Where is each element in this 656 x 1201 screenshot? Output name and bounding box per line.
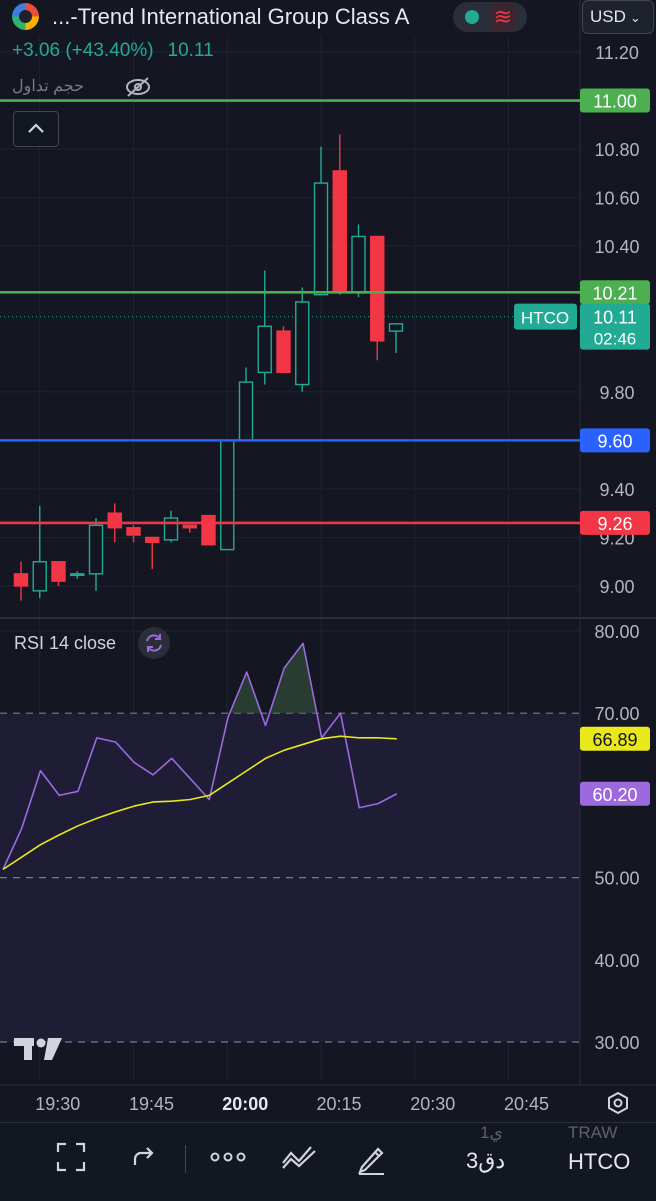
level-label-text: 9.60 bbox=[597, 431, 632, 451]
candle-body bbox=[201, 514, 216, 546]
chart-header: ...-Trend International Group Class A ≋ … bbox=[0, 0, 580, 100]
candle-body bbox=[388, 323, 404, 332]
level-label-text: 10.21 bbox=[592, 283, 637, 303]
candle-body bbox=[126, 527, 141, 536]
price-tick-label: 9.80 bbox=[599, 383, 634, 403]
delayed-data-icon: ≋ bbox=[489, 2, 517, 32]
market-open-icon bbox=[465, 10, 479, 24]
chevron-down-icon: ⌄ bbox=[629, 10, 641, 25]
rsi-value-label: 60.20 bbox=[592, 785, 637, 805]
price-tick-label: 10.40 bbox=[594, 237, 639, 257]
time-tick-label: 20:15 bbox=[316, 1094, 361, 1114]
time-tick-label: 20:30 bbox=[410, 1094, 455, 1114]
candle-body bbox=[163, 517, 179, 541]
candle-body bbox=[32, 561, 47, 592]
symbol-name[interactable]: ...-Trend International Group Class A bbox=[52, 4, 409, 30]
price-tick-label: 10.80 bbox=[594, 140, 639, 160]
candle-body bbox=[220, 439, 235, 551]
last-price: 10.11 bbox=[167, 40, 214, 61]
candle-body bbox=[276, 330, 291, 374]
collapse-legend-button[interactable] bbox=[13, 111, 59, 147]
symbol-logo-icon bbox=[12, 3, 39, 30]
level-label-text: 9.26 bbox=[597, 514, 632, 534]
candle-body bbox=[370, 235, 385, 342]
rsi-tick-label: 80.00 bbox=[594, 622, 639, 642]
candle[interactable] bbox=[201, 514, 216, 546]
redo-icon[interactable] bbox=[130, 1141, 158, 1173]
rsi-value-label: 66.89 bbox=[592, 730, 637, 750]
level-label-text: 11.00 bbox=[593, 92, 637, 112]
candle-body bbox=[313, 182, 329, 296]
price-tick-label: 10.60 bbox=[594, 189, 639, 209]
more-icon[interactable] bbox=[210, 1141, 246, 1173]
chart-canvas[interactable]: 11.2010.8010.6010.409.809.409.209.0011.0… bbox=[0, 0, 656, 1200]
fullscreen-icon[interactable] bbox=[55, 1141, 87, 1173]
drawing-pen-icon[interactable] bbox=[356, 1141, 386, 1175]
ghost-label-right: TRAW bbox=[568, 1123, 618, 1142]
rsi-title[interactable]: RSI 14 close bbox=[14, 633, 116, 654]
time-tick-label: 20:00 bbox=[222, 1094, 268, 1114]
candle-body bbox=[257, 325, 272, 374]
bottom-toolbar: 1ي TRAW 3دق HTCO bbox=[0, 1122, 656, 1201]
time-tick-label: 20:45 bbox=[504, 1094, 549, 1114]
currency-selector[interactable]: USD ⌄ bbox=[582, 0, 654, 34]
price-tick-label: 9.00 bbox=[599, 577, 634, 597]
symbol-tag-text: HTCO bbox=[521, 309, 569, 328]
price-tick-label: 11.20 bbox=[595, 43, 639, 63]
price-change: +3.06 (+43.40%) 10.11 bbox=[12, 40, 214, 62]
candle-body bbox=[70, 573, 85, 577]
rsi-tick-label: 30.00 bbox=[594, 1033, 639, 1053]
toolbar-divider bbox=[185, 1145, 186, 1173]
candle-body bbox=[51, 561, 66, 582]
candle-body bbox=[238, 381, 254, 442]
candle-body bbox=[351, 235, 366, 294]
tradingview-logo-icon bbox=[14, 1038, 62, 1060]
rsi-tick-label: 40.00 bbox=[594, 951, 639, 971]
ghost-label-left: 1ي bbox=[480, 1123, 503, 1142]
candle-body bbox=[332, 170, 347, 294]
rsi-tick-label: 70.00 bbox=[594, 704, 639, 724]
symbol-button[interactable]: HTCO bbox=[568, 1149, 630, 1175]
last-price-text: 10.11 bbox=[593, 308, 637, 328]
hide-eye-icon[interactable] bbox=[124, 76, 152, 98]
rsi-tick-label: 50.00 bbox=[594, 869, 639, 889]
candle[interactable] bbox=[276, 326, 291, 374]
indicators-icon[interactable] bbox=[281, 1141, 317, 1173]
candle[interactable] bbox=[295, 287, 310, 392]
candle-body bbox=[295, 301, 310, 386]
candle-body bbox=[107, 512, 122, 529]
settings-icon[interactable] bbox=[606, 1091, 630, 1115]
candle-body bbox=[13, 573, 29, 587]
candle-body bbox=[145, 536, 160, 544]
change-value: +3.06 (+43.40%) bbox=[12, 40, 154, 61]
volume-indicator-label: حجم تداول bbox=[12, 78, 84, 95]
candle-body bbox=[88, 524, 104, 575]
interval-button[interactable]: 3دق bbox=[466, 1148, 505, 1174]
rsi-refresh-button[interactable] bbox=[138, 627, 170, 659]
time-tick-label: 19:45 bbox=[129, 1094, 174, 1114]
chevron-up-icon bbox=[28, 123, 44, 133]
price-tick-label: 9.40 bbox=[599, 480, 634, 500]
refresh-icon bbox=[146, 634, 162, 652]
candle-body bbox=[182, 524, 197, 529]
candle[interactable] bbox=[220, 439, 235, 551]
countdown-text: 02:46 bbox=[594, 330, 637, 349]
currency-label: USD bbox=[590, 7, 626, 26]
time-tick-label: 19:30 bbox=[35, 1094, 80, 1114]
status-pill[interactable]: ≋ bbox=[453, 2, 527, 32]
